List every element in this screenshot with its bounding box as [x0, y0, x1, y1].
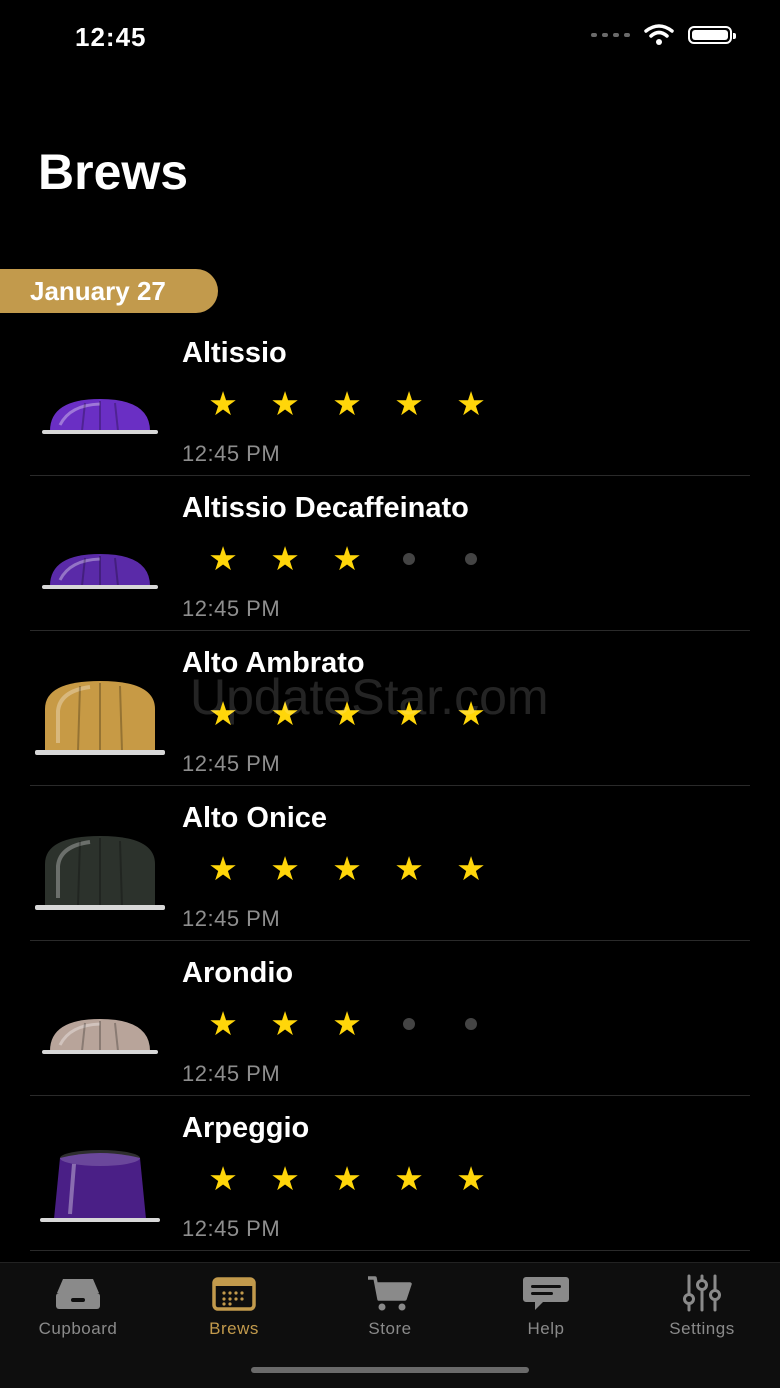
brew-list-item[interactable]: Alto Ambrato ★ ★ ★ ★ ★ 12:45 PM	[30, 631, 750, 786]
sliders-icon	[683, 1274, 721, 1312]
status-icons	[591, 24, 736, 46]
star-filled-icon: ★	[456, 385, 486, 422]
brew-time: 12:45 PM	[182, 441, 281, 466]
battery-icon	[688, 26, 736, 44]
brew-name: Altissio Decaffeinato	[182, 492, 469, 524]
brew-list-item[interactable]: Altissio Decaffeinato ★ ★ ★ 12:45 PM	[30, 476, 750, 631]
status-bar: 12:45	[0, 0, 780, 75]
star-filled-icon: ★	[332, 1005, 362, 1042]
star-rating: ★ ★ ★	[192, 542, 502, 576]
date-section-header: January 27	[0, 269, 218, 313]
brew-time: 12:45 PM	[182, 751, 281, 776]
brew-name: Alto Ambrato	[182, 647, 365, 679]
brew-time: 12:45 PM	[182, 1061, 281, 1086]
tab-label: Store	[368, 1319, 412, 1338]
star-empty-icon	[378, 542, 440, 576]
tab-cupboard[interactable]: Cupboard	[0, 1273, 156, 1353]
cart-icon	[368, 1276, 412, 1311]
brew-name: Altissio	[182, 337, 287, 369]
star-filled-icon: ★	[270, 695, 300, 732]
star-filled-icon: ★	[208, 1160, 238, 1197]
star-filled-icon: ★	[270, 540, 300, 577]
status-time: 12:45	[75, 22, 147, 52]
star-filled-icon: ★	[332, 385, 362, 422]
brew-list-item[interactable]: Arondio ★ ★ ★ 12:45 PM	[30, 941, 750, 1096]
brew-list-item[interactable]: Altissio ★ ★ ★ ★ ★ 12:45 PM	[30, 321, 750, 476]
capsule-image	[30, 941, 170, 1095]
capsule-image	[30, 786, 170, 940]
star-filled-icon: ★	[332, 540, 362, 577]
star-empty-icon	[440, 1007, 502, 1041]
star-filled-icon: ★	[456, 1160, 486, 1197]
home-indicator	[251, 1367, 529, 1373]
tab-label: Cupboard	[38, 1319, 118, 1338]
tab-store[interactable]: Store	[312, 1273, 468, 1353]
star-filled-icon: ★	[394, 695, 424, 732]
star-filled-icon: ★	[270, 1005, 300, 1042]
tab-label: Settings	[669, 1319, 735, 1338]
brew-list: Altissio ★ ★ ★ ★ ★ 12:45 PM Altissio Decaffein…	[0, 321, 780, 1251]
brew-time: 12:45 PM	[182, 906, 281, 931]
capsule-image	[30, 321, 170, 475]
brews-icon	[212, 1277, 256, 1311]
cupboard-icon	[56, 1279, 100, 1309]
brew-time: 12:45 PM	[182, 1216, 281, 1241]
star-rating: ★ ★ ★ ★ ★	[192, 1162, 502, 1196]
star-rating: ★ ★ ★ ★ ★	[192, 387, 502, 421]
tab-label: Brews	[209, 1319, 259, 1338]
capsule-image	[30, 476, 170, 630]
chat-icon	[523, 1277, 569, 1310]
tab-brews[interactable]: Brews	[156, 1273, 312, 1353]
brew-name: Arpeggio	[182, 1112, 310, 1144]
star-filled-icon: ★	[208, 695, 238, 732]
star-filled-icon: ★	[208, 1005, 238, 1042]
star-filled-icon: ★	[208, 385, 238, 422]
capsule-image	[30, 1096, 170, 1250]
star-rating: ★ ★ ★ ★ ★	[192, 697, 502, 731]
star-filled-icon: ★	[332, 695, 362, 732]
star-filled-icon: ★	[456, 695, 486, 732]
star-filled-icon: ★	[208, 540, 238, 577]
star-empty-icon	[378, 1007, 440, 1041]
star-filled-icon: ★	[270, 1160, 300, 1197]
brew-list-item[interactable]: Alto Onice ★ ★ ★ ★ ★ 12:45 PM	[30, 786, 750, 941]
star-filled-icon: ★	[332, 850, 362, 887]
star-rating: ★ ★ ★ ★ ★	[192, 852, 502, 886]
brew-name: Alto Onice	[182, 802, 328, 834]
brew-time: 12:45 PM	[182, 596, 281, 621]
tab-help[interactable]: Help	[468, 1273, 624, 1353]
star-filled-icon: ★	[456, 850, 486, 887]
cellular-signal-icon	[591, 33, 630, 37]
star-filled-icon: ★	[332, 1160, 362, 1197]
star-filled-icon: ★	[270, 385, 300, 422]
tab-settings[interactable]: Settings	[624, 1273, 780, 1353]
star-filled-icon: ★	[394, 1160, 424, 1197]
star-filled-icon: ★	[394, 385, 424, 422]
brew-name: Arondio	[182, 957, 294, 989]
star-rating: ★ ★ ★	[192, 1007, 502, 1041]
page-title: Brews	[38, 144, 189, 200]
star-filled-icon: ★	[394, 850, 424, 887]
wifi-icon	[644, 24, 674, 45]
brew-list-item[interactable]: Arpeggio ★ ★ ★ ★ ★ 12:45 PM	[30, 1096, 750, 1251]
star-filled-icon: ★	[208, 850, 238, 887]
tab-label: Help	[527, 1319, 565, 1338]
star-filled-icon: ★	[270, 850, 300, 887]
star-empty-icon	[440, 542, 502, 576]
capsule-image	[30, 631, 170, 785]
